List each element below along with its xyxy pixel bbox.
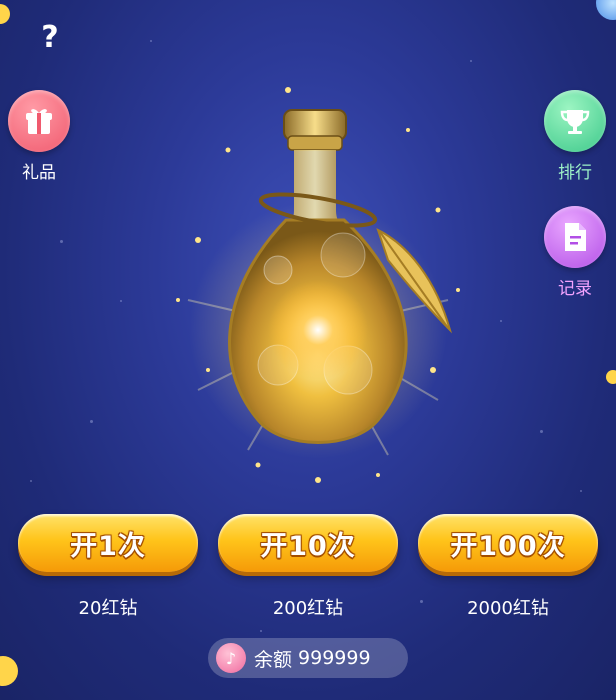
- balance-value: 999999: [298, 647, 371, 669]
- open-buttons-row: 开1次 20红钻 开10次 200红钻 开100次 2000红钻: [0, 514, 616, 634]
- music-note-icon: ♪: [216, 643, 246, 673]
- magic-potion-bottle-icon: [176, 87, 460, 483]
- corner-orb-top-right: [596, 0, 616, 20]
- open-10-label: 开10次: [260, 530, 356, 562]
- open-100-price: 2000红钻: [467, 598, 549, 619]
- gift-button[interactable]: 礼品: [4, 90, 74, 183]
- trophy-icon: [544, 90, 606, 152]
- gift-icon: [8, 90, 70, 152]
- open-1-label: 开1次: [70, 530, 146, 562]
- balance-label: 余额: [254, 648, 293, 671]
- balance-pill: ♪ 余额 999999: [208, 638, 408, 678]
- open-100-label: 开100次: [450, 530, 566, 562]
- open-10-button[interactable]: 开10次: [218, 514, 398, 572]
- corner-star-bottom-left: [0, 656, 18, 686]
- record-label: 记录: [558, 279, 592, 299]
- open-100-button[interactable]: 开100次: [418, 514, 598, 572]
- open-10-price: 200红钻: [272, 598, 344, 619]
- potion-centerpiece: [168, 70, 468, 490]
- open-1-price: 20红钻: [78, 598, 138, 619]
- corner-star-top-left: [0, 4, 10, 24]
- open-1-button[interactable]: 开1次: [18, 514, 198, 572]
- document-icon: [544, 206, 606, 268]
- corner-star-right: [606, 370, 616, 384]
- gift-label: 礼品: [22, 163, 56, 183]
- ranking-button[interactable]: 排行: [540, 90, 610, 183]
- help-icon[interactable]: ?: [36, 20, 64, 56]
- ranking-label: 排行: [558, 163, 592, 183]
- record-button[interactable]: 记录: [540, 206, 610, 299]
